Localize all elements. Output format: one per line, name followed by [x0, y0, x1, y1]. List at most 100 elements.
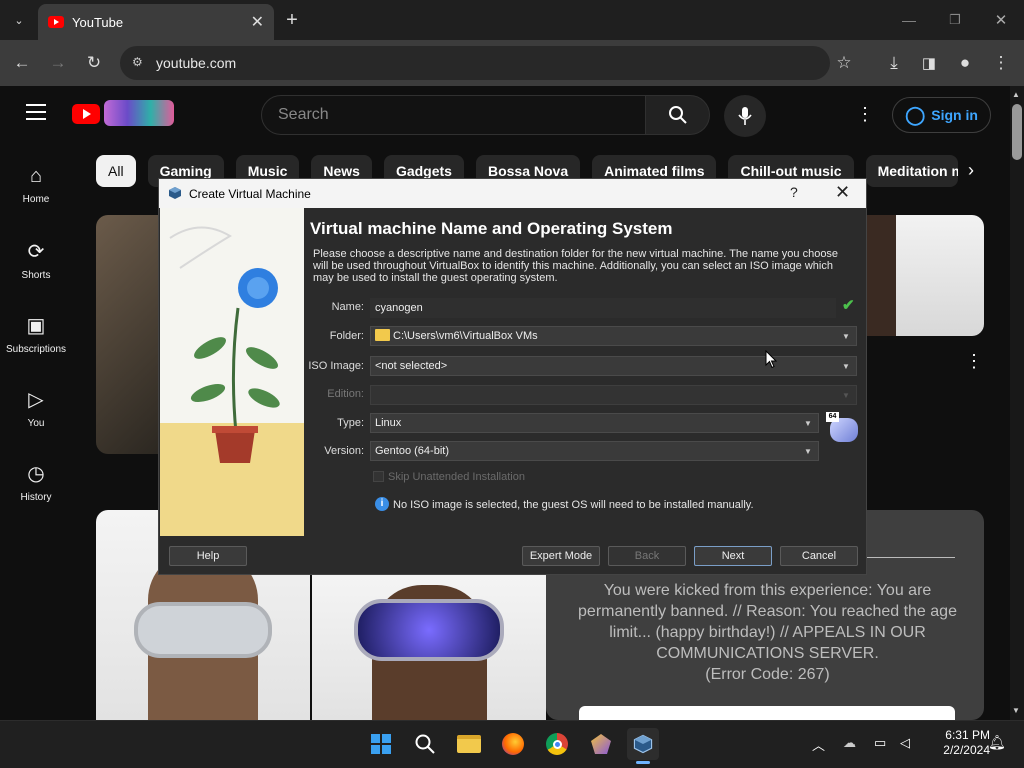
restore-icon[interactable]: ❐ — [942, 7, 968, 33]
profile-icon[interactable]: ● — [952, 50, 978, 76]
tab-close-icon[interactable]: ✕ — [251, 12, 264, 32]
nav-you-label: You — [27, 418, 45, 429]
virtualbox-cube-icon — [169, 187, 181, 199]
flower-pot-icon — [169, 226, 280, 463]
clock-date: 2/2/2024 — [943, 743, 990, 757]
next-button[interactable]: Next — [694, 546, 772, 566]
type-label: Type: — [337, 417, 364, 429]
tray-overflow-icon[interactable]: ︿ — [812, 735, 825, 754]
window-close-icon[interactable]: ✕ — [988, 7, 1014, 33]
chips-next-icon[interactable]: › — [968, 160, 974, 181]
name-label: Name: — [331, 301, 364, 313]
name-field[interactable]: cyanogen — [370, 298, 836, 318]
nav-home[interactable]: ⌂ Home — [0, 165, 72, 205]
wizard-description: Please choose a descriptive name and des… — [313, 248, 839, 284]
video-thumbnail-headset-2[interactable] — [312, 575, 546, 720]
onedrive-offline-icon[interactable]: ☁ — [843, 735, 856, 751]
scroll-up-icon[interactable]: ▲ — [1012, 90, 1020, 99]
forward-icon[interactable]: → — [45, 50, 71, 76]
dialog-close-icon[interactable]: ✕ — [835, 182, 850, 203]
guide-menu-icon[interactable] — [26, 104, 46, 120]
start-windows-icon[interactable] — [365, 728, 397, 760]
page-scrollbar[interactable] — [1010, 86, 1024, 720]
chip-meditation-music[interactable]: Meditation mu — [865, 155, 958, 187]
firefox-icon[interactable] — [497, 728, 529, 760]
sign-in-button[interactable]: ◯ Sign in — [892, 97, 991, 133]
nav-shorts-label: Shorts — [21, 270, 51, 281]
app-gem-icon[interactable] — [585, 728, 617, 760]
notifications-bell-icon[interactable]: 🔔︎ — [988, 734, 1006, 751]
cancel-button[interactable]: Cancel — [780, 546, 858, 566]
network-icon[interactable]: ▭ — [874, 735, 886, 751]
bookmark-star-icon[interactable]: ☆ — [831, 50, 857, 76]
expert-mode-button[interactable]: Expert Mode — [522, 546, 600, 566]
screen: ⌄ YouTube ✕ + — ❐ ✕ ← → ↻ ⎚ ☆ ⤓ ◨ ● ⋮ ⚙ … — [0, 0, 1024, 768]
folder-combobox[interactable]: C:\Users\vm6\VirtualBox VMs ▼ — [370, 326, 857, 346]
iso-combobox[interactable]: <not selected> ▼ — [370, 356, 857, 376]
account-circle-icon: ◯ — [905, 104, 926, 125]
sign-in-label: Sign in — [931, 107, 978, 123]
video-more-icon[interactable]: ⋮ — [965, 351, 983, 372]
voice-search-button[interactable] — [724, 95, 766, 137]
name-value: cyanogen — [375, 302, 423, 314]
back-button: Back — [608, 546, 686, 566]
nav-you[interactable]: ▷ You — [0, 387, 72, 429]
video-thumbnail[interactable] — [96, 215, 166, 454]
chrome-icon[interactable] — [541, 728, 573, 760]
info-icon: i — [375, 497, 389, 511]
type-dropdown-icon[interactable]: ▼ — [798, 414, 818, 432]
tab-search-icon[interactable]: ⌄ — [6, 7, 32, 33]
info-message: No ISO image is selected, the guest OS w… — [393, 499, 754, 511]
help-button[interactable]: Help — [169, 546, 247, 566]
minimize-icon[interactable]: — — [896, 7, 922, 33]
nav-shorts[interactable]: ⟳ Shorts — [0, 239, 72, 281]
youtube-logo-icon[interactable] — [72, 104, 100, 124]
browser-tab-youtube[interactable]: YouTube ✕ — [38, 4, 274, 40]
folder-dropdown-icon[interactable]: ▼ — [836, 327, 856, 345]
folder-icon — [375, 329, 390, 341]
settings-more-icon[interactable]: ⋮ — [856, 104, 874, 125]
video-thumbnail[interactable] — [866, 215, 984, 336]
nav-subscriptions[interactable]: ▣ Subscriptions — [0, 313, 72, 355]
wizard-heading: Virtual machine Name and Operating Syste… — [310, 219, 673, 238]
chrome-menu-icon[interactable]: ⋮ — [988, 50, 1014, 76]
history-icon: ◷ — [27, 463, 45, 485]
downloads-icon[interactable]: ⤓ — [881, 50, 907, 76]
youtube-favicon-icon — [48, 16, 64, 28]
volume-muted-icon[interactable]: ◁ — [900, 735, 910, 751]
valid-check-icon: ✔ — [842, 297, 855, 314]
error-message: You were kicked from this experience: Yo… — [570, 580, 965, 685]
create-vm-dialog: Create Virtual Machine ? ✕ Virtual machi… — [158, 178, 867, 575]
back-icon[interactable]: ← — [9, 50, 35, 76]
iso-value: <not selected> — [375, 360, 448, 372]
taskbar-clock[interactable]: 6:31 PM 2/2/2024 — [918, 728, 990, 758]
home-icon: ⌂ — [29, 165, 43, 187]
dialog-help-icon[interactable]: ? — [790, 184, 798, 200]
type-combobox[interactable]: Linux ▼ — [370, 413, 819, 433]
address-bar[interactable]: ⚙ youtube.com — [120, 46, 830, 80]
active-app-indicator — [636, 761, 650, 764]
skip-unattended-label: Skip Unattended Installation — [388, 471, 525, 483]
new-tab-icon[interactable]: + — [279, 7, 305, 33]
file-explorer-icon[interactable] — [453, 728, 485, 760]
scroll-down-icon[interactable]: ▼ — [1012, 706, 1020, 715]
version-combobox[interactable]: Gentoo (64-bit) ▼ — [370, 441, 819, 461]
side-panel-icon[interactable]: ◨ — [916, 50, 942, 76]
reload-icon[interactable]: ↻ — [81, 50, 107, 76]
chip-all[interactable]: All — [96, 155, 136, 187]
scrollbar-thumb[interactable] — [1012, 104, 1022, 160]
version-dropdown-icon[interactable]: ▼ — [798, 442, 818, 460]
nav-history[interactable]: ◷ History — [0, 461, 72, 503]
os-type-icon: 64 — [826, 412, 860, 444]
search-input[interactable]: Search — [261, 95, 646, 135]
search-icon — [668, 106, 687, 124]
tab-title: YouTube — [72, 14, 124, 30]
search-button[interactable] — [645, 95, 710, 135]
iso-dropdown-icon[interactable]: ▼ — [836, 357, 856, 375]
site-info-icon[interactable]: ⚙ — [132, 55, 143, 69]
virtualbox-taskbar-icon[interactable] — [627, 728, 659, 760]
dialog-button-bar: Help Expert Mode Back Next Cancel — [160, 536, 866, 574]
taskbar-search-icon[interactable] — [409, 728, 441, 760]
youtube-doodle-icon[interactable] — [104, 100, 174, 126]
dialog-titlebar[interactable]: Create Virtual Machine — [159, 179, 866, 208]
